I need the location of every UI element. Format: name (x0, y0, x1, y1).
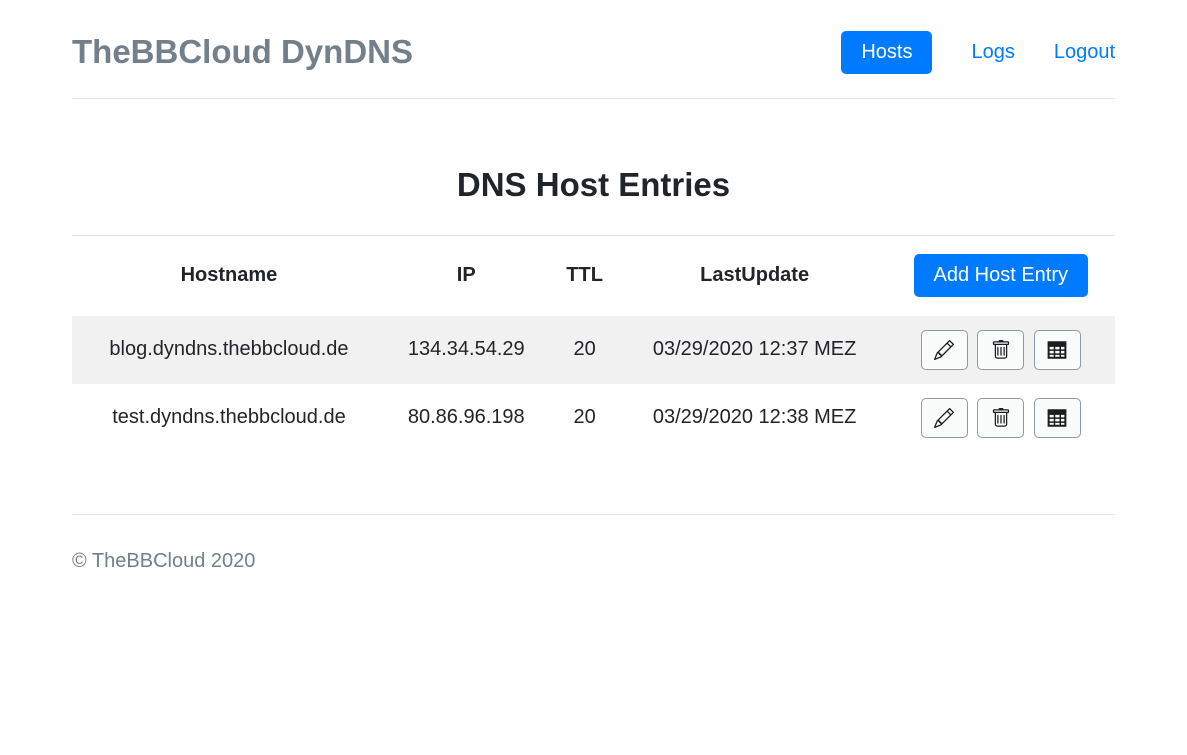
table-header: Hostname IP TTL LastUpdate Add Host Entr… (72, 236, 1115, 316)
main-nav: Hosts Logs Logout (841, 31, 1115, 74)
col-header-ip: IP (386, 236, 547, 316)
add-host-entry-button[interactable]: Add Host Entry (914, 254, 1089, 297)
col-header-actions: Add Host Entry (887, 236, 1115, 316)
ttl-cell: 20 (547, 316, 623, 384)
edit-host-button[interactable] (921, 330, 968, 370)
table-icon (1047, 408, 1067, 428)
lastupdate-cell: 03/29/2020 12:37 MEZ (623, 316, 887, 384)
trash-icon (991, 340, 1011, 360)
host-table-body: blog.dyndns.thebbcloud.de 134.34.54.29 2… (72, 316, 1115, 452)
actions-cell (887, 316, 1115, 384)
host-details-button[interactable] (1034, 330, 1081, 370)
table-icon (1047, 340, 1067, 360)
footer-divider (72, 514, 1115, 515)
footer-copyright: © TheBBCloud 2020 (72, 549, 1115, 573)
delete-host-button[interactable] (977, 398, 1024, 438)
ip-cell: 134.34.54.29 (386, 316, 547, 384)
trash-icon (991, 408, 1011, 428)
nav-hosts[interactable]: Hosts (841, 31, 932, 74)
header-divider (72, 98, 1115, 99)
col-header-hostname: Hostname (72, 236, 386, 316)
hostname-cell: test.dyndns.thebbcloud.de (72, 384, 386, 452)
delete-host-button[interactable] (977, 330, 1024, 370)
actions-cell (887, 384, 1115, 452)
app-title: TheBBCloud DynDNS (72, 30, 413, 74)
page-title: DNS Host Entries (72, 165, 1115, 205)
host-details-button[interactable] (1034, 398, 1081, 438)
app-header: TheBBCloud DynDNS Hosts Logs Logout (72, 0, 1115, 98)
ip-cell: 80.86.96.198 (386, 384, 547, 452)
ttl-cell: 20 (547, 384, 623, 452)
pencil-icon (934, 408, 954, 428)
dns-host-table: Hostname IP TTL LastUpdate Add Host Entr… (72, 235, 1115, 452)
pencil-icon (934, 340, 954, 360)
nav-logout[interactable]: Logout (1015, 41, 1115, 64)
hostname-cell: blog.dyndns.thebbcloud.de (72, 316, 386, 384)
host-table-row: blog.dyndns.thebbcloud.de 134.34.54.29 2… (72, 316, 1115, 384)
lastupdate-cell: 03/29/2020 12:38 MEZ (623, 384, 887, 452)
host-table-row: test.dyndns.thebbcloud.de 80.86.96.198 2… (72, 384, 1115, 452)
col-header-ttl: TTL (547, 236, 623, 316)
edit-host-button[interactable] (921, 398, 968, 438)
col-header-lastupdate: LastUpdate (623, 236, 887, 316)
nav-logs[interactable]: Logs (932, 41, 1014, 64)
page-container: TheBBCloud DynDNS Hosts Logs Logout DNS … (72, 0, 1115, 573)
